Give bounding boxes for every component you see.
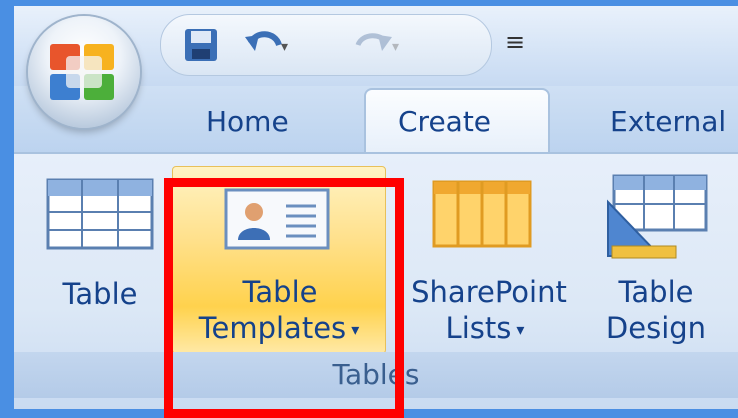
svg-text:▾: ▾ xyxy=(281,39,288,55)
customize-qat-icon[interactable]: ≡ xyxy=(505,28,525,56)
undo-icon[interactable]: ▾ xyxy=(241,25,291,65)
sharepoint-label-2[interactable]: Lists ▾ xyxy=(410,310,560,348)
sharepoint-lists-icon[interactable] xyxy=(432,180,532,248)
sharepoint-lists-text: Lists xyxy=(445,311,512,345)
quick-access-toolbar: ▾ ▾ xyxy=(160,14,492,76)
table-design-label-2[interactable]: Design xyxy=(590,310,722,346)
svg-text:▾: ▾ xyxy=(392,39,399,55)
tab-home[interactable]: Home xyxy=(206,102,289,152)
sharepoint-label-1[interactable]: SharePoint xyxy=(396,274,582,310)
table-design-label-1[interactable]: Table xyxy=(596,274,716,310)
save-icon[interactable] xyxy=(181,25,221,65)
tab-create[interactable]: Create xyxy=(398,102,491,152)
office-button[interactable] xyxy=(28,16,140,128)
table-button-label[interactable]: Table xyxy=(40,276,160,312)
office-logo-icon xyxy=(50,44,114,100)
tab-external[interactable]: External xyxy=(610,102,726,152)
table-design-icon[interactable] xyxy=(604,172,708,264)
redo-icon[interactable]: ▾ xyxy=(346,25,406,65)
chevron-down-icon: ▾ xyxy=(511,320,525,339)
table-icon[interactable] xyxy=(46,178,154,250)
red-highlight-box xyxy=(164,178,404,418)
